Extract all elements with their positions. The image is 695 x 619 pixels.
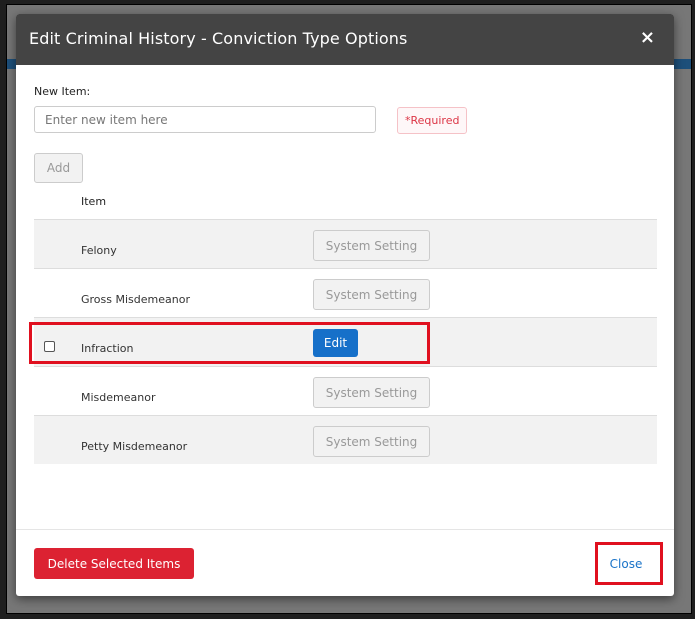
footer-divider xyxy=(16,529,674,530)
system-setting-button: System Setting xyxy=(313,377,430,408)
required-badge: *Required xyxy=(397,107,468,134)
system-setting-button: System Setting xyxy=(313,279,430,310)
delete-selected-button[interactable]: Delete Selected Items xyxy=(34,548,194,579)
close-icon[interactable]: × xyxy=(640,27,655,48)
edit-button[interactable]: Edit xyxy=(313,329,358,357)
table-row: Gross Misdemeanor System Setting xyxy=(34,268,657,317)
row-select-checkbox[interactable] xyxy=(44,341,55,352)
item-name: Gross Misdemeanor xyxy=(81,293,190,306)
item-name: Petty Misdemeanor xyxy=(81,440,188,453)
dialog-title: Edit Criminal History - Conviction Type … xyxy=(29,29,408,48)
dialog-header: Edit Criminal History - Conviction Type … xyxy=(16,14,674,65)
item-name: Misdemeanor xyxy=(81,391,156,404)
column-header-item: Item xyxy=(81,195,107,208)
table-row: Infraction Edit xyxy=(34,317,657,366)
edit-options-dialog: Edit Criminal History - Conviction Type … xyxy=(16,14,674,596)
item-name: Infraction xyxy=(81,342,134,355)
table-row: Misdemeanor System Setting xyxy=(34,366,657,415)
new-item-label: New Item: xyxy=(34,85,91,98)
new-item-input[interactable] xyxy=(34,106,376,133)
items-table: Felony System Setting Gross Misdemeanor … xyxy=(34,219,657,464)
system-setting-button: System Setting xyxy=(313,230,430,261)
item-name: Felony xyxy=(81,244,117,257)
system-setting-button: System Setting xyxy=(313,426,430,457)
close-button[interactable]: Close xyxy=(596,548,656,579)
table-row: Petty Misdemeanor System Setting xyxy=(34,415,657,464)
add-button[interactable]: Add xyxy=(34,153,83,183)
table-row: Felony System Setting xyxy=(34,219,657,268)
